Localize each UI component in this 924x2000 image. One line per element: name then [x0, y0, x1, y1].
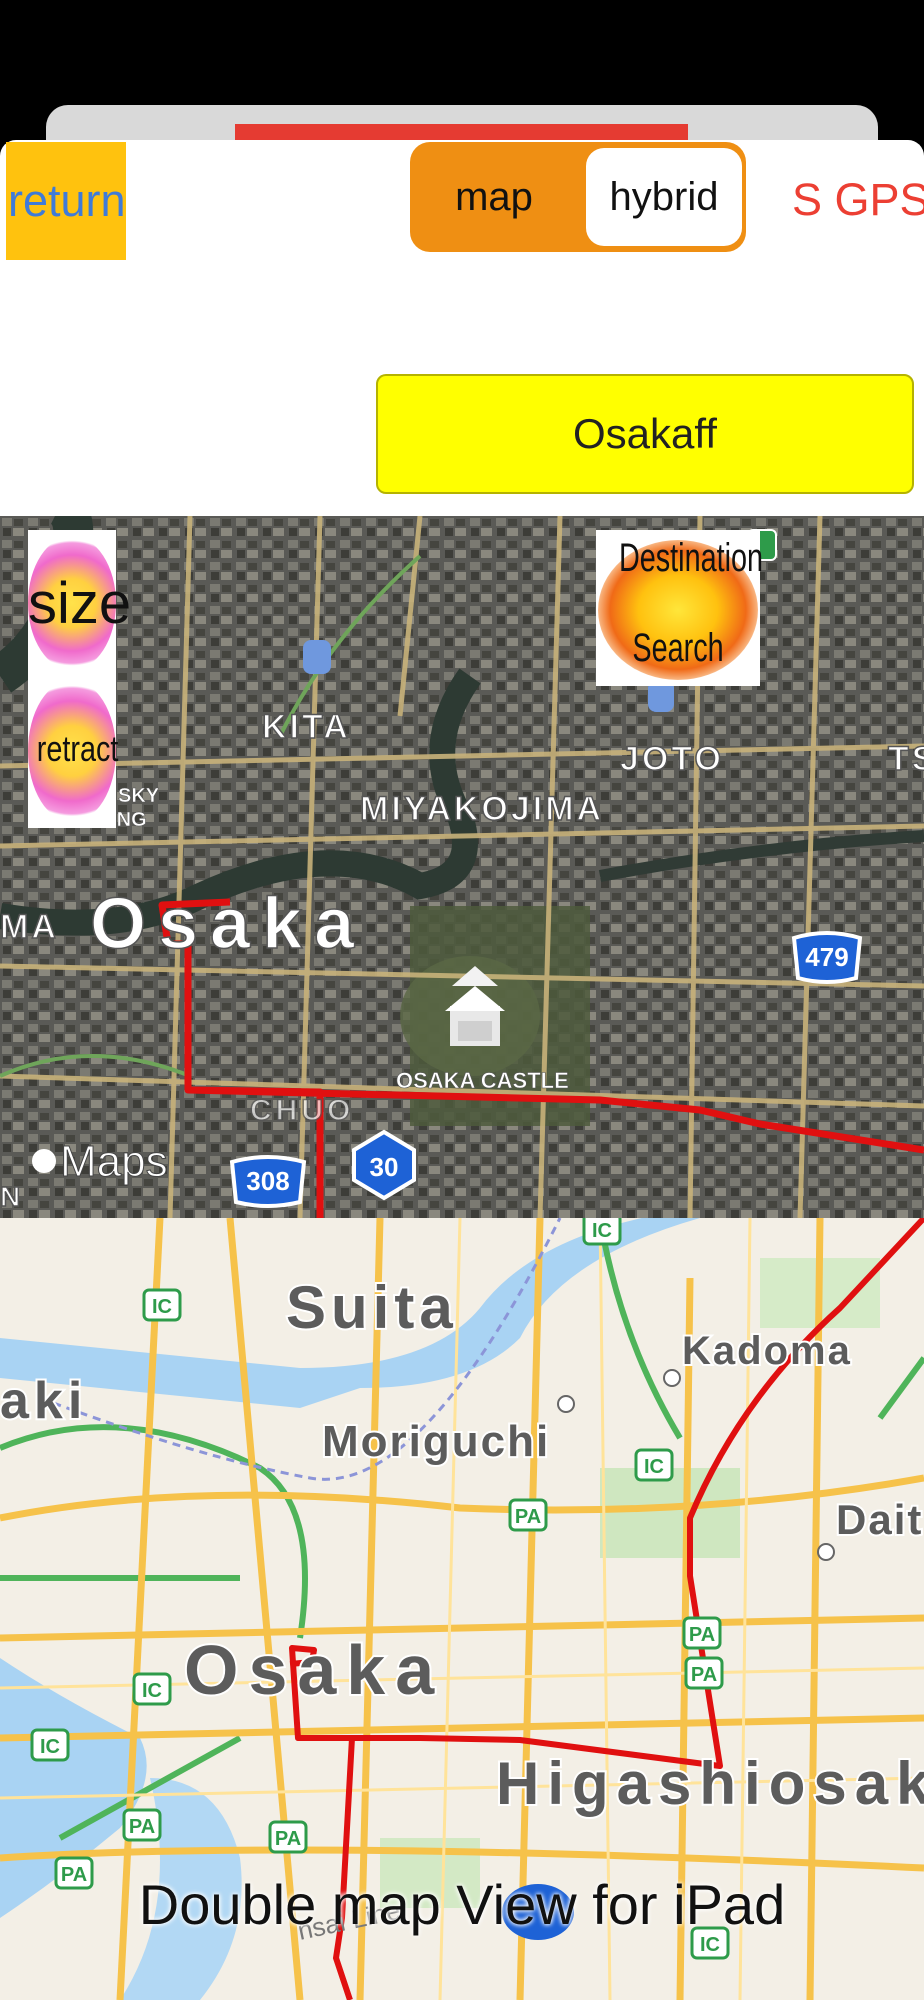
size-button[interactable]: size [28, 530, 131, 676]
map-label-n: N [0, 1181, 20, 1212]
pa-badge-1: PA [508, 1498, 548, 1532]
ic-badge-3: IC [634, 1448, 674, 1482]
map-label-dait: Dait [836, 1496, 923, 1543]
svg-text:PA: PA [515, 1506, 541, 1528]
gps-button[interactable]: S GPS [792, 170, 924, 230]
map-label-osaka: Osaka [184, 1631, 444, 1709]
route-shield-308: 308 [229, 1155, 307, 1208]
svg-text:IC: IC [700, 1934, 720, 1956]
footer-title: Double map View for iPad [138, 1873, 786, 1936]
map-label-chuo: CHUO [250, 1094, 354, 1127]
retract-button[interactable]: retract [28, 676, 118, 828]
svg-text:308: 308 [246, 1166, 289, 1196]
ic-badge-1: IC [582, 1218, 622, 1246]
svg-text:PA: PA [691, 1664, 717, 1686]
svg-text:IC: IC [644, 1456, 664, 1478]
map-label-ts: TS [888, 740, 924, 778]
ic-badge-5: IC [30, 1728, 70, 1762]
svg-text:Maps: Maps [60, 1137, 168, 1186]
map-label-suita: Suita [286, 1274, 458, 1341]
svg-text:479: 479 [805, 942, 848, 972]
ic-badge-2: IC [142, 1288, 182, 1322]
map-label-sky: SKY [118, 785, 160, 807]
map-label-kita: KITA [262, 708, 351, 746]
svg-text:PA: PA [275, 1828, 301, 1850]
map-label-joto: JOTO [620, 740, 724, 778]
pa-badge-6: PA [684, 1656, 724, 1690]
map-label-higashiosaka: Higashiosak [496, 1750, 924, 1817]
pa-badge-5: PA [682, 1616, 722, 1650]
svg-text:IC: IC [152, 1296, 172, 1318]
destination-field[interactable]: Osakaff [376, 374, 914, 494]
pa-badge-2: PA [122, 1808, 162, 1842]
svg-text:PA: PA [689, 1624, 715, 1646]
map-label-aki: aki [0, 1372, 87, 1430]
pa-badge-3: PA [268, 1820, 308, 1854]
status-bar [0, 0, 924, 105]
svg-text:IC: IC [592, 1220, 612, 1242]
ic-badge-4: IC [132, 1672, 172, 1706]
map-type-hybrid-segment[interactable]: hybrid [586, 148, 742, 246]
svg-text:IC: IC [40, 1736, 60, 1758]
map-label-moriguchi: Moriguchi [322, 1417, 550, 1466]
map-label-miyakojima: MIYAKOJIMA [360, 790, 604, 828]
map-label-osaka-castle: OSAKA CASTLE [396, 1068, 569, 1093]
return-button[interactable]: return [6, 142, 126, 260]
destination-search-button[interactable]: Destination Search [596, 530, 763, 686]
svg-text:PA: PA [129, 1816, 155, 1838]
svg-text:IC: IC [142, 1680, 162, 1702]
satellite-map[interactable]: 479 308 30 KITA MIYAKOJIMA JOTO Osaka OS… [0, 516, 924, 1218]
map-label-ma: MA [0, 908, 59, 946]
map-label-osaka: Osaka [90, 884, 366, 964]
map-label-kadoma: Kadoma [682, 1329, 852, 1373]
route-shield-479: 479 [791, 931, 863, 984]
svg-text:30: 30 [370, 1152, 399, 1182]
map-type-map-segment[interactable]: map [410, 142, 578, 252]
